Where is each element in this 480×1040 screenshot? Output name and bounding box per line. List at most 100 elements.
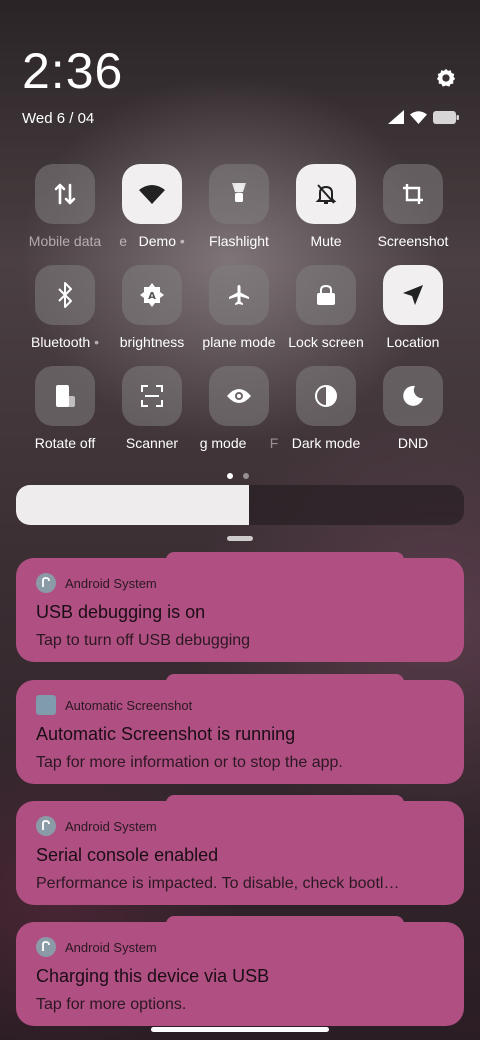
notification-card[interactable]: Android System Serial console enabled Pe… [16,795,464,905]
android-system-icon [36,573,56,593]
notification-title: Charging this device via USB [36,966,270,986]
auto-brightness-icon: A [140,283,164,307]
tile-flashlight[interactable]: Flashlight [189,164,289,250]
wifi-button[interactable] [122,164,182,224]
tile-label: e Demo • [119,233,185,249]
notification-header: Android System [36,816,157,836]
status-icons [388,109,459,125]
tile-label: Lock screen [288,334,364,350]
tile-label: brightness [119,334,185,350]
notification-title: Automatic Screenshot is running [36,724,296,744]
battery-icon [433,110,459,124]
page-dot [243,473,249,479]
home-indicator[interactable] [151,1027,329,1032]
tile-screenshot[interactable]: Screenshot [363,164,463,250]
tile-airplane[interactable]: plane mode [189,265,289,351]
flashlight-icon [232,183,246,202]
settings-button[interactable] [434,66,458,90]
tile-label: Flashlight [209,233,269,249]
reading-mode-button[interactable] [209,366,269,426]
notification-app-name: Android System [65,575,157,591]
rotate-button[interactable] [35,366,95,426]
location-icon [403,285,423,305]
notification-card[interactable]: Automatic Screenshot Automatic Screensho… [16,674,464,784]
android-system-icon [36,816,56,836]
notification-title: USB debugging is on [36,602,206,622]
scanner-button[interactable] [122,366,182,426]
tile-label: Location [386,334,440,350]
notification-text: Tap for more options. [36,996,187,1013]
tile-label: Scanner [125,435,179,451]
svg-text:A: A [148,291,156,302]
brightness-slider[interactable] [16,485,464,525]
airplane-button[interactable] [209,265,269,325]
crop-icon [403,184,423,204]
notification-title: Serial console enabled [36,845,219,865]
signal-icon [388,110,404,124]
screenshot-button[interactable] [383,164,443,224]
bell-off-icon [315,184,337,204]
notification-text: Performance is impacted. To disable, che… [36,875,400,892]
tile-mobile-data[interactable]: Mobile data [15,164,115,250]
tile-label: DND [397,435,429,451]
page-indicator [227,473,249,479]
tile-label: Screenshot [377,233,449,249]
date[interactable]: Wed 6 / 04 [22,110,94,127]
bluetooth-icon [58,282,72,308]
tile-reading-mode[interactable]: g mode F [189,366,289,452]
notification-header: Android System [36,937,157,957]
tile-rotate[interactable]: Rotate off [15,366,115,452]
dnd-button[interactable] [383,366,443,426]
flashlight-button[interactable] [209,164,269,224]
dark-mode-button[interactable] [296,366,356,426]
wifi-icon [139,185,165,204]
clock[interactable]: 2:36 [22,46,123,96]
auto-brightness-button[interactable]: A [122,265,182,325]
rotate-icon [56,385,75,407]
scanner-icon [141,385,163,407]
bluetooth-button[interactable] [35,265,95,325]
tile-label: Mute [310,233,342,249]
notification-text: Tap to turn off USB debugging [36,632,251,649]
tile-mute[interactable]: Mute [276,164,376,250]
tile-auto-brightness[interactable]: A brightness [102,265,202,351]
tile-label: Dark mode [291,435,361,451]
gear-icon [436,68,456,87]
mobile-data-icon [54,183,76,205]
eye-icon [227,389,251,403]
notification-text: Tap for more information or to stop the … [36,754,343,771]
tile-dark-mode[interactable]: Dark mode [276,366,376,452]
android-system-icon [36,937,56,957]
lock-icon [317,284,335,305]
location-button[interactable] [383,265,443,325]
tile-wifi[interactable]: e Demo • [102,164,202,250]
tile-label: g mode F [199,435,279,451]
tile-lock-screen[interactable]: Lock screen [276,265,376,351]
mobile-data-button[interactable] [35,164,95,224]
airplane-icon [229,285,249,305]
dark-mode-icon [315,385,337,407]
tile-label: Bluetooth • [31,334,99,350]
tile-location[interactable]: Location [363,265,463,351]
page-dot-active [227,473,233,479]
moon-icon [403,385,423,406]
automatic-screenshot-app-icon [36,695,56,715]
notification-header: Automatic Screenshot [36,695,192,715]
wifi-status-icon [410,110,427,124]
tile-scanner[interactable]: Scanner [102,366,202,452]
lock-screen-button[interactable] [296,265,356,325]
tile-label: Rotate off [34,435,96,451]
mute-button[interactable] [296,164,356,224]
notification-app-name: Android System [65,939,157,955]
notification-header: Android System [36,573,157,593]
tile-dnd[interactable]: DND [363,366,463,452]
brightness-slider-fill [16,485,249,525]
notification-card[interactable]: Android System USB debugging is on Tap t… [16,552,464,662]
drag-handle[interactable] [227,536,253,541]
notification-card[interactable]: Android System Charging this device via … [16,916,464,1026]
tile-label: plane mode [202,334,276,350]
notification-app-name: Automatic Screenshot [65,697,193,713]
notification-app-name: Android System [65,818,157,834]
tile-label: Mobile data [28,233,102,249]
tile-bluetooth[interactable]: Bluetooth • [15,265,115,351]
